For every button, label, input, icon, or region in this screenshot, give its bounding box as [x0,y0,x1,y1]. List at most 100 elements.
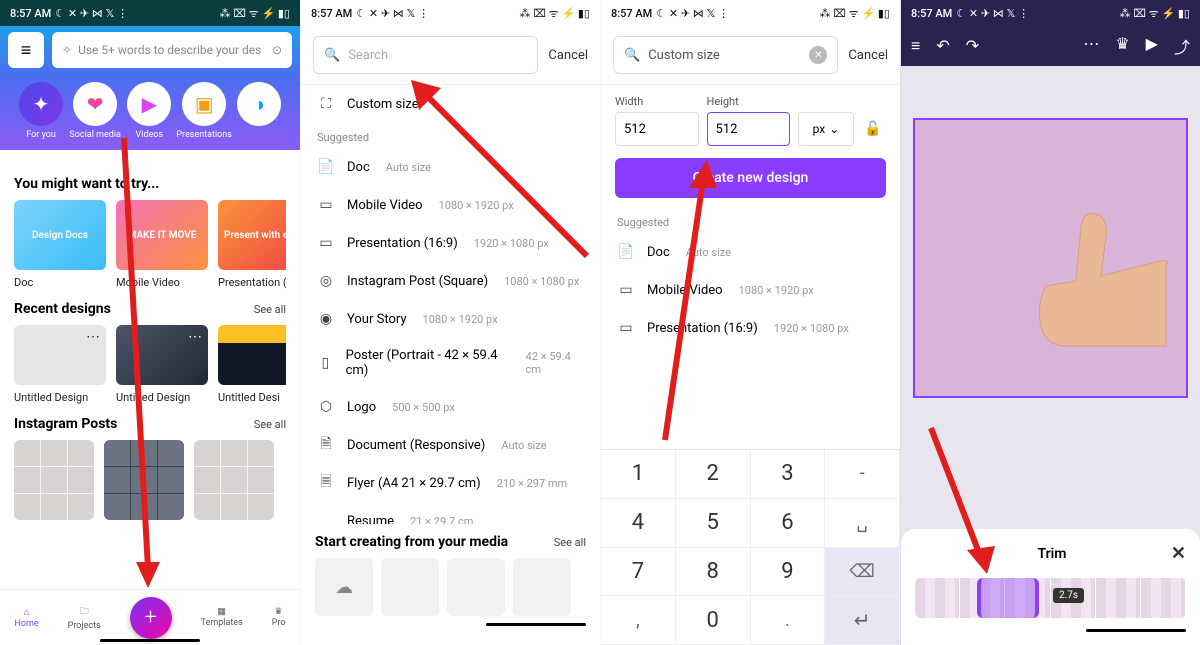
unit-select[interactable]: px⌄ [798,112,854,146]
key-4[interactable]: 4 [601,499,676,548]
height-input[interactable] [707,112,791,146]
media-thumb[interactable] [381,558,439,616]
key-5[interactable]: 5 [676,499,751,548]
format-row[interactable]: 📄DocAuto size [601,233,900,271]
format-row[interactable]: ◎Instagram Post (Square)1080 × 1080 px [301,262,600,300]
key-2[interactable]: 2 [676,450,751,499]
format-row[interactable]: ▭Mobile Video1080 × 1920 px [301,186,600,224]
width-input[interactable] [615,112,699,146]
editor-toolbar: ≡ ↶ ↷ ⋯ ♛ ▶ ⤴ [901,26,1200,66]
home-indicator [486,623,586,626]
lock-button[interactable]: 🔓 [860,112,886,146]
key-dot[interactable]: . [751,596,826,645]
key-9[interactable]: 9 [751,548,826,597]
cat-videos[interactable]: ▶Videos [122,82,176,140]
media-thumb[interactable] [447,558,505,616]
key-6[interactable]: 6 [751,499,826,548]
recent-item[interactable]: ⋯Untitled Design [14,325,106,404]
status-bar: 8:57 AM☾ ✕ ✈ ⋈ 𝕏 ⋮ ⁂ ⌧ ᯤ ⚡ ▮▯ [901,0,1200,26]
share-icon[interactable]: ⤴ [1174,34,1190,58]
nav-projects[interactable]: 🗀Projects [68,604,101,631]
undo-icon[interactable]: ↶ [936,36,949,56]
cat-more[interactable]: ◑ [232,82,286,140]
key-space[interactable]: ␣ [825,499,900,548]
menu-button[interactable]: ≡ [8,32,44,68]
format-row[interactable]: 🗏Flyer (A4 21 × 29.7 cm)210 × 297 mm [301,464,600,502]
custom-size-row[interactable]: ⛶Custom size [301,85,600,123]
recent-item[interactable]: ⋯Untitled Design [116,325,208,404]
try-mobile-video[interactable]: MAKE IT MOVEMobile Video [116,200,208,289]
ig-template[interactable] [194,440,274,520]
redo-icon[interactable]: ↷ [966,36,979,56]
ig-row[interactable] [14,440,286,520]
upload-media[interactable]: ☁ [315,558,373,616]
templates-icon: ▦ [217,607,226,617]
key-enter[interactable]: ↵ [825,596,900,645]
more-icon[interactable]: ⋯ [1083,34,1099,58]
see-all-link[interactable]: See all [254,303,286,316]
format-row[interactable]: ⬡Logo500 × 500 px [301,388,600,426]
key-comma[interactable]: , [601,596,676,645]
cancel-button[interactable]: Cancel [848,48,888,63]
search-input[interactable]: 🔍Search [313,36,538,74]
nav-pro[interactable]: ♛Pro [272,607,286,628]
trim-title: Trim [1037,546,1066,562]
format-row[interactable]: ◉Your Story1080 × 1920 px [301,300,600,338]
format-row[interactable]: 📄DocAuto size [301,148,600,186]
folder-icon: 🗀 [80,604,89,620]
format-icon: ◉ [317,310,335,328]
format-row[interactable]: ▯Poster (Portrait - 42 × 59.4 cm)42 × 59… [301,338,600,388]
nav-templates[interactable]: ▦Templates [201,607,243,628]
search-icon: 🔍 [324,48,340,63]
format-row[interactable]: 🗎Document (Responsive)Auto size [301,426,600,464]
numeric-keyboard: 1 2 3 - 4 5 6 ␣ 7 8 9 ⌫ , 0 . ↵ [601,449,900,645]
try-row[interactable]: Design DocsDoc MAKE IT MOVEMobile Video … [14,200,286,289]
search-input[interactable]: ✧ Use 5+ words to describe your des ⊙ [52,32,292,68]
format-row[interactable]: ▭Presentation (16:9)1920 × 1080 px [601,309,900,347]
format-icon: 🗏 [317,474,335,492]
close-button[interactable]: ✕ [1171,543,1186,564]
recent-item[interactable]: ⋯Untitled Desi [218,325,286,404]
crown-icon[interactable]: ♛ [1115,34,1129,58]
try-presentation[interactable]: Present with easePresentation (1 [218,200,286,289]
media-thumb[interactable] [513,558,571,616]
nav-home[interactable]: ⌂Home [14,607,38,629]
trim-track[interactable]: 2.7s [915,578,1186,618]
key-0[interactable]: 0 [676,596,751,645]
cancel-button[interactable]: Cancel [548,48,588,63]
cat-presentations[interactable]: ▣Presentations [176,82,232,140]
search-input[interactable]: 🔍Custom size✕ [613,36,838,74]
key-backspace[interactable]: ⌫ [825,548,900,597]
key-7[interactable]: 7 [601,548,676,597]
key-1[interactable]: 1 [601,450,676,499]
play-icon[interactable]: ▶ [1146,34,1158,58]
menu-icon[interactable]: ≡ [911,36,920,56]
media-section: Start creating from your mediaSee all ☁ [301,524,600,645]
create-fab[interactable]: + [130,597,172,639]
format-icon: ▯ [317,354,334,372]
key-3[interactable]: 3 [751,450,826,499]
media-row[interactable]: ☁ [315,558,586,616]
create-design-button[interactable]: Create new design [615,158,886,198]
see-all-link[interactable]: See all [554,536,586,549]
format-row[interactable]: ▭Presentation (16:9)1920 × 1080 px [301,224,600,262]
status-bar: 8:57 AM☾ ✕ ✈ ⋈ 𝕏 ⋮ ⁂ ⌧ ᯤ ⚡ ▮▯ [301,0,600,26]
cat-for-you[interactable]: ✦For you [14,82,68,140]
suggested-label: Suggested [301,123,600,148]
gradient-header: ≡ ✧ Use 5+ words to describe your des ⊙ … [0,26,300,150]
key-8[interactable]: 8 [676,548,751,597]
status-bar: 8:57 AM☾ ✕ ✈ ⋈ 𝕏 ⋮ ⁂ ⌧ ᯤ ⚡ ▮▯ [601,0,900,26]
clear-icon[interactable]: ✕ [809,46,827,64]
format-row[interactable]: ▭Mobile Video1080 × 1920 px [601,271,900,309]
ig-template[interactable] [104,440,184,520]
key-minus[interactable]: - [825,450,900,499]
ig-template[interactable] [14,440,94,520]
trim-selection[interactable] [977,578,1039,618]
camera-icon[interactable]: ⊙ [272,43,282,57]
recent-row[interactable]: ⋯Untitled Design ⋯Untitled Design ⋯Untit… [14,325,286,404]
canvas[interactable] [913,118,1188,398]
cat-social[interactable]: ❤Social media [68,82,122,140]
crop-icon: ⛶ [317,95,335,113]
try-doc[interactable]: Design DocsDoc [14,200,106,289]
see-all-link[interactable]: See all [254,418,286,431]
